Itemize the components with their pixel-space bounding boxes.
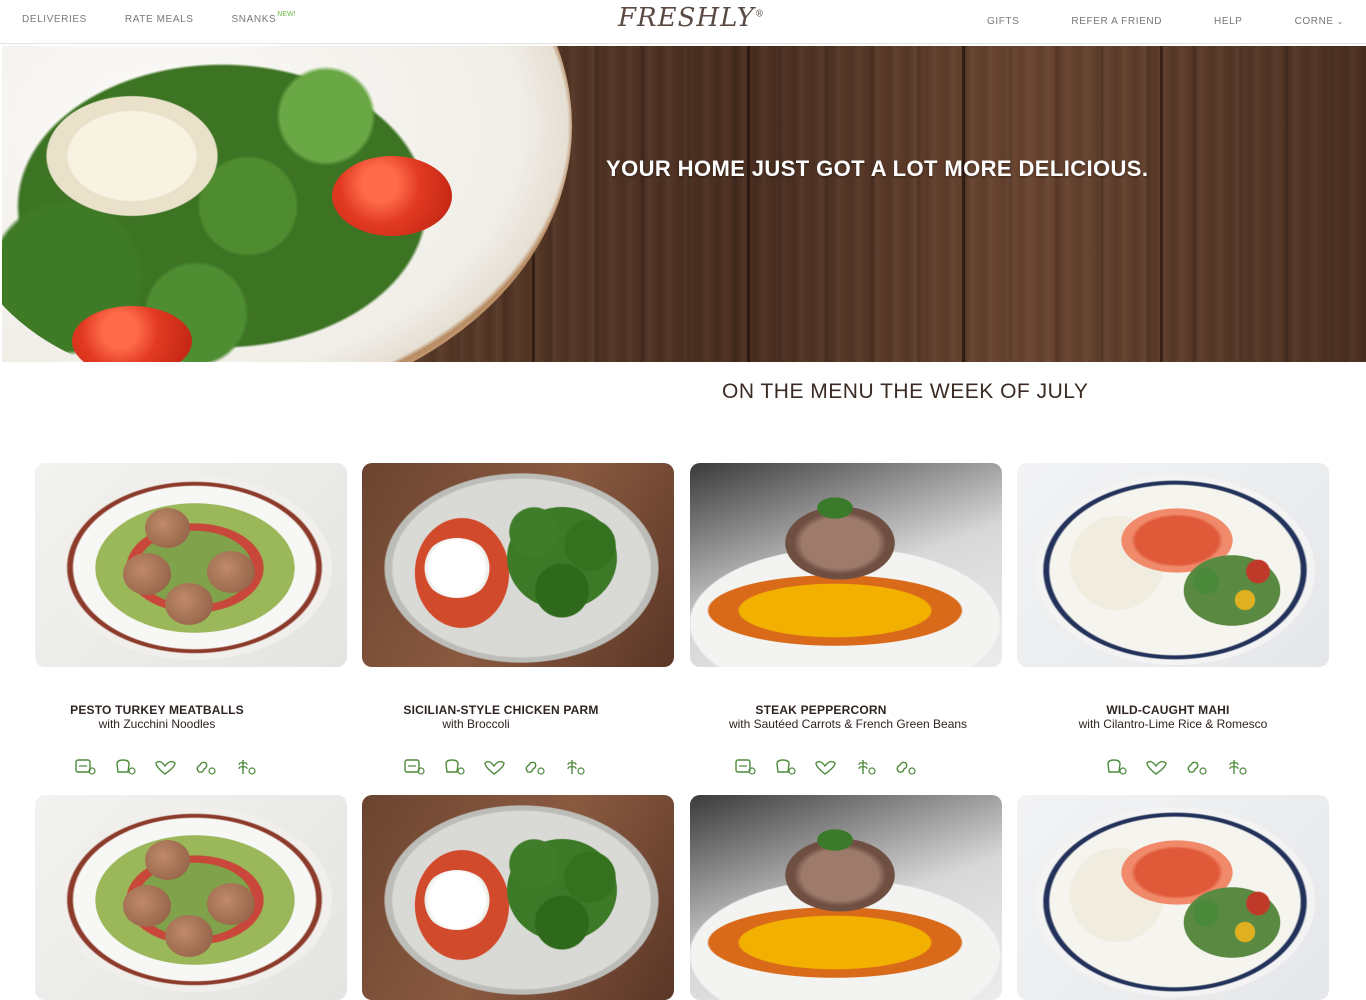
- meal-subtitle-4: with Cilantro-Lime Rice & Romesco: [1078, 717, 1268, 731]
- wheat-free-icon: [852, 758, 878, 781]
- meal-title-3[interactable]: STEAK PEPPERCORN: [656, 703, 986, 717]
- meal-image-wild-caught-mahi[interactable]: [1017, 463, 1329, 667]
- meal-image-sicilian-chicken-parm-2[interactable]: [362, 795, 674, 1000]
- gluten-free-icon: [401, 758, 427, 781]
- logo-registered-mark: ®: [754, 9, 765, 20]
- meal-image-pesto-turkey-meatballs-2[interactable]: [35, 795, 347, 1000]
- nav-help[interactable]: HELP: [1214, 16, 1243, 27]
- menu-heading: ON THE MENU THE WEEK OF JULY: [722, 380, 1089, 403]
- meal-image-wild-caught-mahi-2[interactable]: [1017, 795, 1329, 1000]
- nav-refer-a-friend[interactable]: REFER A FRIEND: [1071, 16, 1162, 27]
- wheat-free-icon: [561, 758, 587, 781]
- bread-free-icon: [441, 758, 467, 781]
- wheat-free-icon: [1223, 758, 1249, 781]
- meal-subtitle-2: with Broccoli: [442, 717, 510, 731]
- wood-plank-seam: [1160, 46, 1163, 362]
- hero-noodles-image: [32, 86, 232, 226]
- nav-right: GIFTS REFER A FRIEND HELP CORNE ⌄: [987, 16, 1344, 27]
- heart-icon: [812, 758, 838, 781]
- meal-image-sicilian-chicken-parm[interactable]: [362, 463, 674, 667]
- heart-icon: [1143, 758, 1169, 781]
- wood-plank-seam: [747, 46, 750, 362]
- nav-rate-meals[interactable]: RATE MEALS: [125, 14, 194, 25]
- nav-gifts[interactable]: GIFTS: [987, 16, 1019, 27]
- heart-icon: [481, 758, 507, 781]
- peanut-free-icon: [892, 758, 918, 781]
- chevron-down-icon: ⌄: [1336, 17, 1344, 26]
- meal-subtitle-3: with Sautéed Carrots & French Green Bean…: [728, 717, 968, 731]
- nav-snanks[interactable]: SNANKSNEW!: [231, 11, 296, 25]
- dietary-icons-4: [1103, 758, 1249, 781]
- nav-deliveries[interactable]: DELIVERIES: [22, 14, 87, 25]
- gluten-free-icon: [72, 758, 98, 781]
- new-badge: NEW!: [277, 11, 296, 18]
- wheat-free-icon: [232, 758, 258, 781]
- nav-snanks-label: SNANKS: [231, 14, 277, 25]
- meal-title-1[interactable]: PESTO TURKEY MEATBALLS: [0, 703, 322, 717]
- peanut-free-icon: [521, 758, 547, 781]
- account-name: CORNE: [1294, 16, 1334, 27]
- logo-text: FRESHLY: [618, 3, 755, 33]
- top-nav: DELIVERIES RATE MEALS SNANKSNEW! FRESHLY…: [0, 0, 1366, 44]
- meal-image-pesto-turkey-meatballs[interactable]: [35, 463, 347, 667]
- peanut-free-icon: [1183, 758, 1209, 781]
- heart-icon: [152, 758, 178, 781]
- dietary-icons-2: [401, 758, 587, 781]
- hero-headline: YOUR HOME JUST GOT A LOT MORE DELICIOUS.: [606, 156, 1149, 181]
- bread-free-icon: [112, 758, 138, 781]
- meal-title-4[interactable]: WILD-CAUGHT MAHI: [1003, 703, 1333, 717]
- gluten-free-icon: [732, 758, 758, 781]
- dietary-icons-3: [732, 758, 918, 781]
- hero-banner: YOUR HOME JUST GOT A LOT MORE DELICIOUS.: [2, 46, 1366, 362]
- account-menu[interactable]: CORNE ⌄: [1295, 16, 1344, 27]
- meal-subtitle-1: with Zucchini Noodles: [98, 717, 216, 731]
- meal-title-2[interactable]: SICILIAN-STYLE CHICKEN PARM: [336, 703, 666, 717]
- nav-left: DELIVERIES RATE MEALS SNANKSNEW!: [22, 11, 296, 25]
- dietary-icons-1: [72, 758, 258, 781]
- bread-free-icon: [1103, 758, 1129, 781]
- wood-plank-seam: [962, 46, 965, 362]
- freshly-logo[interactable]: FRESHLY®: [618, 3, 765, 33]
- peanut-free-icon: [192, 758, 218, 781]
- meal-image-steak-peppercorn-2[interactable]: [690, 795, 1002, 1000]
- hero-tomato-image: [332, 156, 452, 236]
- meal-image-steak-peppercorn[interactable]: [690, 463, 1002, 667]
- bread-free-icon: [772, 758, 798, 781]
